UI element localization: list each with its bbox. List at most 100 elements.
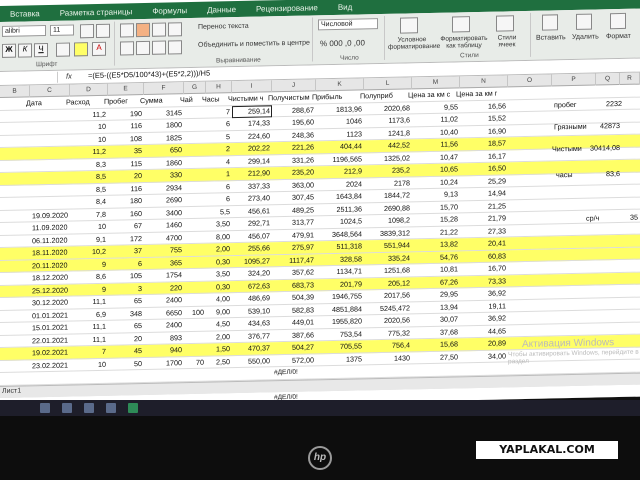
table-cell[interactable]: 10,2 (70, 246, 108, 259)
column-header[interactable]: H (206, 81, 232, 94)
table-cell[interactable]: 3648,564 (316, 228, 364, 242)
table-cell[interactable]: 21,25 (460, 200, 508, 214)
table-cell[interactable] (70, 371, 108, 384)
table-cell[interactable] (30, 371, 74, 384)
table-cell[interactable]: 18.12.2020 (30, 271, 74, 284)
table-cell[interactable]: 1700 (144, 357, 184, 370)
column-header[interactable]: M (412, 76, 460, 90)
table-cell[interactable]: 45 (108, 345, 144, 358)
table-cell[interactable]: 2020,56 (364, 314, 412, 328)
explorer-icon[interactable] (84, 403, 94, 413)
table-cell[interactable]: 705,55 (316, 340, 364, 354)
table-cell[interactable]: 449,01 (272, 316, 316, 329)
table-cell[interactable] (184, 181, 206, 194)
table-cell[interactable]: 2511,36 (316, 203, 364, 217)
table-cell[interactable]: 434,63 (232, 317, 272, 330)
table-cell[interactable]: 1800 (144, 119, 184, 132)
table-cell[interactable]: 551,944 (364, 239, 412, 253)
column-header[interactable]: C (30, 84, 70, 98)
ribbon-tab[interactable]: Вставка (0, 8, 50, 19)
table-cell[interactable]: 174,33 (232, 117, 272, 130)
table-cell[interactable]: 335,24 (364, 252, 412, 266)
table-cell[interactable] (184, 144, 206, 157)
table-cell[interactable]: 15,70 (412, 201, 460, 215)
column-header[interactable]: O (508, 74, 552, 88)
italic-icon[interactable]: К (18, 43, 32, 58)
table-cell[interactable]: 11,1 (70, 296, 108, 309)
table-cell[interactable]: 2020,68 (364, 102, 412, 116)
table-cell[interactable]: 50 (108, 357, 144, 370)
table-cell[interactable] (184, 369, 206, 382)
table-cell[interactable]: 1095,27 (232, 255, 272, 268)
table-cell[interactable] (184, 156, 206, 169)
table-cell[interactable]: 70 (184, 356, 206, 369)
table-cell[interactable]: 172 (108, 232, 144, 245)
conditional-format-button[interactable]: Условное форматирование (388, 36, 440, 51)
number-format-buttons[interactable]: % 000 ,0 ,00 (320, 38, 365, 48)
table-cell[interactable]: 3,50 (206, 268, 232, 281)
table-cell[interactable]: 235,2 (364, 164, 412, 178)
table-cell[interactable]: 2024 (316, 178, 364, 192)
table-cell[interactable]: 2934 (144, 182, 184, 195)
table-cell[interactable]: 572,00 (272, 354, 316, 367)
table-cell[interactable]: 330 (144, 169, 184, 182)
table-cell[interactable] (184, 131, 206, 144)
table-cell[interactable]: 23.02.2021 (30, 359, 74, 372)
table-cell[interactable]: 1,50 (206, 343, 232, 356)
table-cell[interactable] (184, 194, 206, 207)
table-cell[interactable]: 2690 (144, 194, 184, 207)
table-cell[interactable]: 1813,96 (316, 103, 364, 117)
table-cell[interactable]: 20,89 (460, 337, 508, 351)
table-cell[interactable]: 20.11.2020 (30, 259, 74, 272)
align-left-icon[interactable] (120, 41, 134, 56)
column-header[interactable]: E (108, 82, 144, 96)
table-cell[interactable] (30, 184, 74, 197)
borders-icon[interactable] (56, 42, 70, 57)
merge-center-button[interactable]: Объединить и поместить в центре (198, 40, 310, 49)
table-cell[interactable] (460, 387, 508, 401)
table-cell[interactable] (412, 363, 460, 377)
table-cell[interactable]: 9 (70, 258, 108, 271)
table-cell[interactable]: 16,50 (460, 162, 508, 176)
table-cell[interactable]: 65 (108, 320, 144, 333)
table-cell[interactable] (364, 364, 412, 378)
font-name-select[interactable]: alibri (2, 25, 46, 37)
table-cell[interactable]: 11,56 (412, 138, 460, 152)
table-cell[interactable]: 34,00 (460, 350, 508, 364)
table-cell[interactable]: 202,22 (232, 142, 272, 155)
table-cell[interactable]: 5245,472 (364, 302, 412, 316)
table-cell[interactable]: 235,20 (272, 166, 316, 179)
table-cell[interactable]: 470,37 (232, 342, 272, 355)
ribbon-tab[interactable]: Разметка страницы (50, 7, 143, 18)
table-cell[interactable]: 4851,884 (316, 303, 364, 317)
align-middle-icon[interactable] (136, 22, 150, 38)
fill-color-icon[interactable] (74, 42, 88, 57)
name-box[interactable] (0, 71, 58, 84)
table-cell[interactable]: 6650 (144, 307, 184, 320)
table-cell[interactable]: 387,66 (272, 329, 316, 342)
orientation-icon[interactable] (168, 22, 182, 37)
table-cell[interactable]: 328,58 (316, 253, 364, 267)
table-cell[interactable]: 100 (184, 306, 206, 319)
table-cell[interactable]: 8,6 (70, 271, 108, 284)
table-cell[interactable]: 1460 (144, 219, 184, 232)
insert-cells-icon[interactable] (542, 14, 558, 31)
column-header[interactable]: N (460, 75, 508, 89)
table-cell[interactable]: 10 (70, 221, 108, 234)
table-cell[interactable]: 190 (108, 107, 144, 120)
table-cell[interactable]: 25.12.2020 (30, 284, 74, 297)
table-cell[interactable]: 1251,68 (364, 264, 412, 278)
table-cell[interactable]: #ДЕЛ/0! (272, 366, 316, 379)
table-cell[interactable]: 9 (70, 283, 108, 296)
table-cell[interactable]: 27,33 (460, 225, 508, 239)
table-cell[interactable]: 1860 (144, 157, 184, 170)
table-cell[interactable]: 67 (108, 220, 144, 233)
table-cell[interactable]: 22.01.2021 (30, 334, 74, 347)
table-cell[interactable]: 4 (206, 156, 232, 169)
table-cell[interactable]: 65 (108, 295, 144, 308)
table-cell[interactable]: 9,1 (70, 233, 108, 246)
table-cell[interactable]: 36,92 (460, 287, 508, 301)
table-cell[interactable]: 20 (108, 332, 144, 345)
font-color-icon[interactable]: А (92, 41, 106, 57)
table-cell[interactable]: 486,69 (232, 292, 272, 305)
